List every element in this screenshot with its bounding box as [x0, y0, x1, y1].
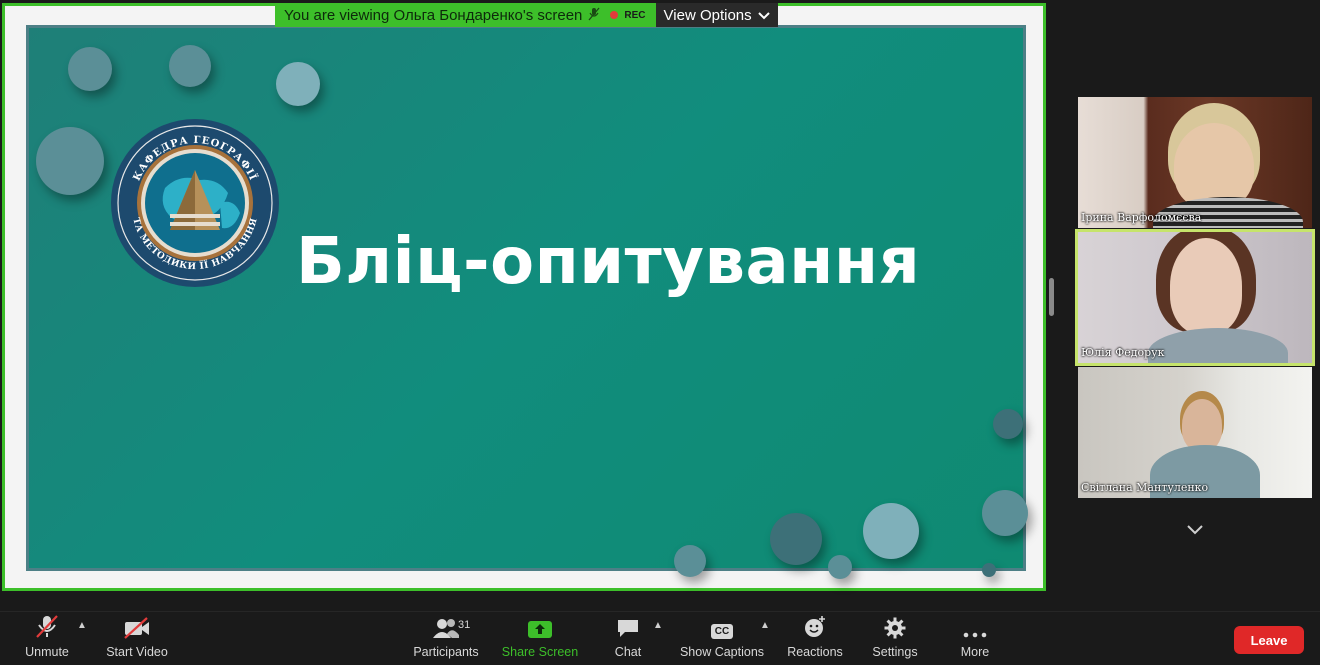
show-captions-label: Show Captions [679, 645, 765, 659]
unmute-label: Unmute [25, 645, 69, 659]
participant-name: Ірина Варфоломєєва [1081, 211, 1202, 224]
presentation-slide: КАФЕДРА ГЕОГРАФІЇ ТА МЕТОДИКИ ЇЇ НАВЧАНН… [26, 25, 1028, 579]
chat-options-caret-icon[interactable]: ▲ [653, 620, 663, 631]
video-tile[interactable]: Ірина Варфоломєєва [1078, 97, 1312, 228]
recording-dot-icon [610, 11, 619, 19]
decor-bubble [982, 563, 996, 577]
video-off-icon [123, 612, 151, 642]
viewing-banner: You are viewing Ольга Бондаренко's scree… [275, 3, 778, 27]
unmute-button[interactable]: Unmute [22, 612, 72, 665]
share-screen-icon [527, 612, 553, 642]
more-button[interactable]: More [952, 612, 998, 665]
zoom-meeting-window: КАФЕДРА ГЕОГРАФІЇ ТА МЕТОДИКИ ЇЇ НАВЧАНН… [0, 0, 1320, 665]
decor-bubble [674, 545, 706, 577]
decor-bubble [770, 513, 822, 565]
meeting-toolbar: Unmute ▲ Start Video Participants 31 Sha… [0, 611, 1320, 665]
settings-label: Settings [872, 645, 918, 659]
participant-video-head [1170, 238, 1242, 334]
chevron-down-icon [757, 7, 770, 24]
participant-video-head [1182, 399, 1222, 451]
more-dots-icon [963, 612, 987, 642]
reactions-label: Reactions [787, 645, 843, 659]
decor-bubble [993, 409, 1023, 439]
viewing-text: You are viewing Ольга Бондаренко's scree… [284, 6, 583, 24]
decor-bubble [169, 45, 211, 87]
mic-muted-icon [588, 7, 600, 24]
video-tile[interactable]: Світлана Мантуленко [1078, 367, 1312, 498]
captions-icon: CC [710, 612, 734, 642]
view-options-label: View Options [663, 6, 752, 24]
participant-name: Світлана Мантуленко [1081, 481, 1209, 494]
department-emblem-logo: КАФЕДРА ГЕОГРАФІЇ ТА МЕТОДИКИ ЇЇ НАВЧАНН… [111, 119, 279, 287]
participants-button[interactable]: Participants [410, 612, 482, 665]
participants-icon [432, 612, 460, 642]
decor-bubble [982, 490, 1028, 536]
chat-button[interactable]: Chat [608, 612, 648, 665]
decor-bubble [863, 503, 919, 559]
shared-screen[interactable]: КАФЕДРА ГЕОГРАФІЇ ТА МЕТОДИКИ ЇЇ НАВЧАНН… [2, 3, 1046, 591]
viewing-indicator: You are viewing Ольга Бондаренко's scree… [275, 3, 656, 27]
participant-video-head [1174, 123, 1254, 209]
audio-options-caret-icon[interactable]: ▲ [77, 620, 87, 631]
decor-bubble [68, 47, 112, 91]
start-video-label: Start Video [106, 645, 168, 659]
reactions-icon [803, 612, 827, 642]
share-screen-button[interactable]: Share Screen [500, 612, 580, 665]
video-tile-active-speaker[interactable]: Юлія Федорук [1075, 229, 1315, 366]
participants-count: 31 [458, 619, 471, 631]
panel-resize-handle[interactable] [1049, 278, 1054, 316]
start-video-button[interactable]: Start Video [104, 612, 170, 665]
show-captions-button[interactable]: CC Show Captions [678, 612, 766, 665]
chevron-down-icon[interactable] [1184, 518, 1206, 540]
decor-bubble [276, 62, 320, 106]
leave-button[interactable]: Leave [1234, 626, 1304, 654]
recording-label: REC [624, 9, 646, 21]
chat-icon [616, 612, 640, 642]
participant-video-body [1148, 328, 1288, 363]
share-screen-label: Share Screen [501, 645, 579, 659]
decor-bubble [828, 555, 852, 579]
gear-icon [884, 612, 906, 642]
view-options-button[interactable]: View Options [655, 3, 778, 27]
reactions-button[interactable]: Reactions [784, 612, 846, 665]
mic-muted-icon [34, 612, 60, 642]
settings-button[interactable]: Settings [868, 612, 922, 665]
captions-icon-text: CC [710, 624, 734, 639]
participant-name: Юлія Федорук [1081, 346, 1165, 359]
captions-options-caret-icon[interactable]: ▲ [760, 620, 770, 631]
slide-title: Бліц-опитування [296, 225, 921, 299]
participants-label: Participants [413, 645, 479, 659]
decor-bubble [36, 127, 104, 195]
more-label: More [960, 645, 990, 659]
chat-label: Chat [614, 645, 642, 659]
